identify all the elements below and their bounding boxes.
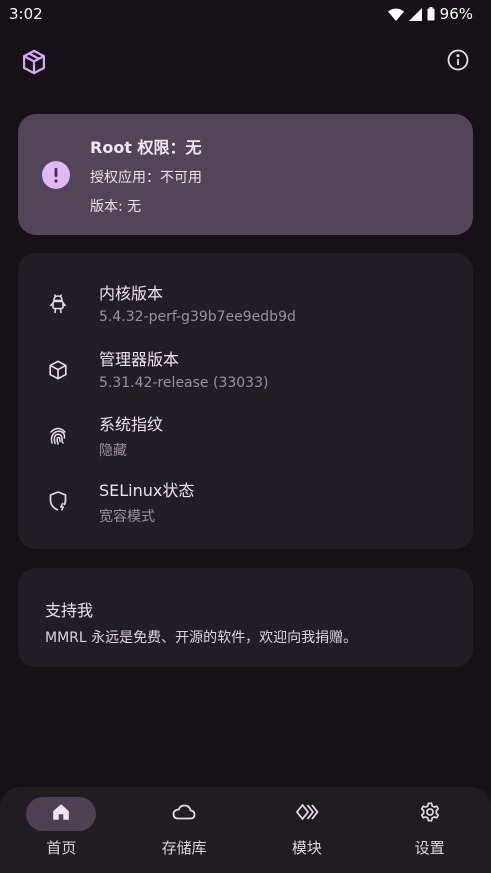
status-icons: 96%: [387, 5, 473, 23]
selinux-status-title: SELinux状态: [99, 480, 195, 500]
cube-icon: [46, 358, 70, 382]
device-info-card: 内核版本 5.4.32-perf-g39b7ee9edb9d 管理器版本 5.3…: [18, 253, 473, 549]
nav-item-repository[interactable]: 存储库: [139, 797, 229, 873]
fingerprint-icon: [46, 423, 70, 447]
bottom-navigation: 首页 存储库 模块 设置: [0, 787, 491, 873]
support-description: MMRL 永远是免费、开源的软件，欢迎向我捐赠。: [45, 630, 358, 646]
warning-icon: [42, 160, 70, 189]
manager-version-row: 管理器版本 5.31.42-release (33033): [18, 346, 473, 412]
status-bar: 3:02 96%: [0, 0, 491, 28]
shield-icon: [46, 489, 70, 513]
nav-label-home: 首页: [46, 839, 77, 857]
manager-version-title: 管理器版本: [99, 349, 180, 369]
top-app-bar: [0, 40, 491, 84]
nav-label-modules: 模块: [291, 839, 322, 857]
gear-icon: [419, 801, 441, 827]
battery-percent: 96%: [439, 5, 473, 23]
info-icon: [446, 48, 470, 76]
system-fingerprint-row: 系统指纹 隐藏: [18, 411, 473, 477]
authorized-apps-label: 授权应用：不可用: [90, 169, 202, 186]
nav-pill-settings: [395, 797, 465, 831]
info-button[interactable]: [444, 48, 472, 76]
root-status-text: Root 权限：无 授权应用：不可用 版本: 无: [90, 134, 202, 216]
manager-version-value: 5.31.42-release (33033): [99, 374, 269, 391]
selinux-status-row: SELinux状态 宽容模式: [18, 477, 473, 543]
root-status-card[interactable]: Root 权限：无 授权应用：不可用 版本: 无: [18, 114, 473, 235]
support-card[interactable]: 支持我 MMRL 永远是免费、开源的软件，欢迎向我捐赠。: [18, 568, 473, 667]
status-time: 3:02: [9, 5, 43, 23]
nav-label-settings: 设置: [414, 839, 445, 857]
nav-pill-repository: [149, 797, 219, 831]
kernel-version-title: 内核版本: [99, 284, 164, 303]
kernel-version-value: 5.4.32-perf-g39b7ee9edb9d: [99, 309, 296, 325]
selinux-status-value: 宽容模式: [99, 508, 155, 525]
system-fingerprint-value: 隐藏: [99, 443, 127, 459]
nav-item-home[interactable]: 首页: [16, 797, 106, 873]
nav-pill-home: [26, 797, 97, 831]
modules-icon: [294, 801, 320, 827]
support-title: 支持我: [45, 601, 94, 620]
nav-pill-modules: [272, 797, 342, 831]
root-permission-label: Root 权限：无: [90, 137, 202, 157]
wifi-icon: [387, 8, 404, 21]
system-fingerprint-title: 系统指纹: [99, 415, 164, 434]
root-version-label: 版本: 无: [90, 198, 142, 215]
cloud-icon: [171, 801, 197, 827]
nav-item-modules[interactable]: 模块: [262, 797, 352, 873]
cube-logo-icon: [20, 48, 48, 76]
signal-icon: [408, 7, 422, 21]
nav-label-repository: 存储库: [161, 839, 207, 857]
kernel-version-row: 内核版本 5.4.32-perf-g39b7ee9edb9d: [18, 280, 473, 346]
nav-item-settings[interactable]: 设置: [385, 797, 475, 873]
battery-icon: [427, 7, 435, 21]
home-icon: [50, 801, 72, 827]
android-icon: [46, 292, 70, 316]
